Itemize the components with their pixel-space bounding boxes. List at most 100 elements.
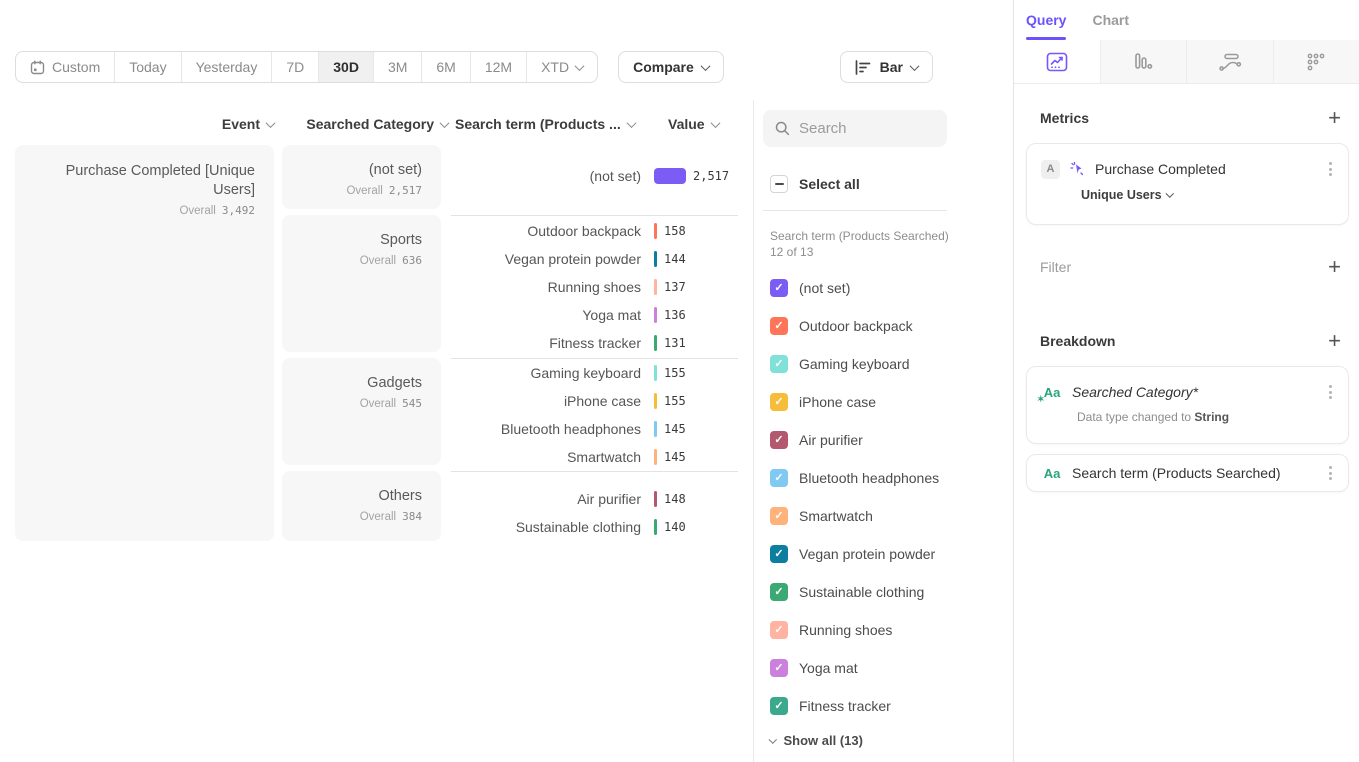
query-panel-tabs: Query Chart bbox=[1014, 0, 1359, 40]
legend-item[interactable]: ✓Running shoes bbox=[770, 611, 939, 649]
legend-item[interactable]: ✓Outdoor backpack bbox=[770, 307, 939, 345]
legend-checkbox[interactable]: ✓ bbox=[770, 583, 788, 601]
category-cell[interactable]: (not set)Overall2,517 bbox=[282, 145, 441, 209]
date-range-7d[interactable]: 7D bbox=[272, 52, 319, 82]
legend-item[interactable]: ✓iPhone case bbox=[770, 383, 939, 421]
legend-item-label: Gaming keyboard bbox=[799, 356, 910, 372]
report-type-tabs bbox=[1014, 40, 1359, 84]
date-range-12m[interactable]: 12M bbox=[471, 52, 527, 82]
category-cell[interactable]: OthersOverall384 bbox=[282, 471, 441, 541]
legend-checkbox[interactable]: ✓ bbox=[770, 545, 788, 563]
date-range-xtd[interactable]: XTD bbox=[527, 52, 597, 82]
date-range-3m[interactable]: 3M bbox=[374, 52, 422, 82]
check-icon: ✓ bbox=[774, 321, 783, 332]
table-row[interactable]: Smartwatch145 bbox=[451, 443, 738, 471]
add-filter-button[interactable]: + bbox=[1324, 256, 1345, 278]
kebab-menu-icon[interactable] bbox=[1327, 381, 1334, 403]
legend-checkbox[interactable]: ✓ bbox=[770, 355, 788, 373]
column-header-value[interactable]: Value bbox=[668, 116, 719, 132]
legend-item[interactable]: ✓ Air purifier bbox=[770, 421, 939, 459]
breakdown-card[interactable]: Aa Search term (Products Searched) bbox=[1026, 454, 1349, 492]
column-header-label: Search term (Products ... bbox=[455, 116, 621, 132]
check-icon: ✓ bbox=[774, 549, 783, 560]
search-input[interactable] bbox=[799, 120, 929, 137]
report-tab-funnels[interactable] bbox=[1101, 40, 1188, 83]
breakdown-card[interactable]: Aa✶ Searched Category* Data type changed… bbox=[1026, 366, 1349, 444]
date-range-6m[interactable]: 6M bbox=[422, 52, 470, 82]
string-property-icon: Aa bbox=[1041, 466, 1063, 481]
date-range-today[interactable]: Today bbox=[115, 52, 181, 82]
search-term-label: Gaming keyboard bbox=[451, 365, 641, 381]
show-all-button[interactable]: Show all (13) bbox=[770, 733, 863, 748]
legend-search[interactable] bbox=[763, 110, 947, 147]
add-metric-button[interactable]: + bbox=[1324, 107, 1345, 129]
legend-item[interactable]: ✓ Gaming keyboard bbox=[770, 345, 939, 383]
legend-checkbox[interactable]: ✓ bbox=[770, 507, 788, 525]
table-row[interactable]: Vegan protein powder144 bbox=[451, 245, 738, 273]
legend-checkbox[interactable]: ✓ bbox=[770, 697, 788, 715]
report-tab-insights[interactable] bbox=[1014, 40, 1101, 83]
compare-button[interactable]: Compare bbox=[618, 51, 724, 83]
legend-item[interactable]: ✓Bluetooth headphones bbox=[770, 459, 939, 497]
legend-item-label: Air purifier bbox=[799, 432, 863, 448]
legend-item[interactable]: ✓(not set) bbox=[770, 269, 939, 307]
table-row[interactable]: Outdoor backpack158 bbox=[451, 217, 738, 245]
table-row[interactable]: Sustainable clothing140 bbox=[451, 513, 738, 541]
table-row[interactable]: Air purifier148 bbox=[451, 485, 738, 513]
category-group: OthersOverall384 Air purifier148Sustainab… bbox=[282, 471, 738, 547]
tab-query[interactable]: Query bbox=[1026, 0, 1066, 40]
table-row[interactable]: Bluetooth headphones145 bbox=[451, 415, 738, 443]
table-row[interactable]: Fitness tracker131 bbox=[451, 329, 738, 357]
kebab-menu-icon[interactable] bbox=[1327, 462, 1334, 484]
legend-item[interactable]: ✓Smartwatch bbox=[770, 497, 939, 535]
show-all-label: Show all (13) bbox=[784, 733, 863, 748]
legend-panel: Select all Search term (Products Searche… bbox=[754, 0, 1012, 762]
category-cell-wrap: OthersOverall384 bbox=[282, 471, 441, 547]
column-header-search-term[interactable]: Search term (Products ... bbox=[455, 116, 635, 132]
legend-item[interactable]: ✓Sustainable clothing bbox=[770, 573, 939, 611]
date-range-yesterday[interactable]: Yesterday bbox=[182, 52, 273, 82]
legend-checkbox[interactable]: ✓ bbox=[770, 621, 788, 639]
report-tab-retention[interactable] bbox=[1274, 40, 1359, 83]
category-cell[interactable]: SportsOverall636 bbox=[282, 215, 441, 352]
table-row[interactable]: Gaming keyboard155 bbox=[451, 359, 738, 387]
legend-checkbox[interactable]: ✓ bbox=[770, 279, 788, 297]
legend-checkbox[interactable]: ✓ bbox=[770, 469, 788, 487]
add-breakdown-button[interactable]: + bbox=[1324, 330, 1345, 352]
select-all-checkbox-indeterminate[interactable] bbox=[770, 175, 788, 193]
term-rows: (not set)2,517 bbox=[451, 145, 738, 215]
counting-method-dropdown[interactable]: Unique Users bbox=[1027, 188, 1348, 202]
value-label: 136 bbox=[664, 308, 686, 322]
column-header-event[interactable]: Event bbox=[15, 116, 274, 132]
value-bar bbox=[654, 449, 657, 465]
legend-item[interactable]: ✓Fitness tracker bbox=[770, 687, 939, 725]
tab-chart[interactable]: Chart bbox=[1092, 0, 1129, 40]
chevron-down-icon bbox=[769, 735, 777, 743]
breakdown-section-header: Breakdown + bbox=[1040, 330, 1345, 352]
table-row[interactable]: Yoga mat136 bbox=[451, 301, 738, 329]
legend-item[interactable]: ✓Vegan protein powder bbox=[770, 535, 939, 573]
metric-card[interactable]: A Purchase Completed Unique Users bbox=[1026, 143, 1349, 225]
date-range-custom[interactable]: Custom bbox=[16, 52, 115, 82]
category-cell[interactable]: GadgetsOverall545 bbox=[282, 358, 441, 465]
table-row[interactable]: iPhone case155 bbox=[451, 387, 738, 415]
kebab-menu-icon[interactable] bbox=[1327, 158, 1334, 180]
date-range-30d[interactable]: 30D bbox=[319, 52, 374, 82]
table-row[interactable]: (not set)2,517 bbox=[451, 162, 738, 190]
check-icon: ✓ bbox=[774, 701, 783, 712]
legend-item[interactable]: ✓Yoga mat bbox=[770, 649, 939, 687]
table-row[interactable]: Running shoes137 bbox=[451, 273, 738, 301]
legend-group-caption: Search term (Products Searched) 12 of 13 bbox=[770, 228, 955, 260]
select-all-row[interactable]: Select all bbox=[770, 175, 860, 193]
insights-icon bbox=[1046, 52, 1068, 72]
column-header-searched-category[interactable]: Searched Category bbox=[282, 116, 448, 132]
value-bar bbox=[654, 168, 686, 184]
report-tab-flows[interactable] bbox=[1187, 40, 1274, 83]
legend-checkbox[interactable]: ✓ bbox=[770, 431, 788, 449]
event-cell[interactable]: Purchase Completed [Unique Users] Overal… bbox=[15, 145, 274, 541]
category-groups: (not set)Overall2,517 (not set)2,517 Sport… bbox=[282, 145, 738, 547]
legend-checkbox[interactable]: ✓ bbox=[770, 659, 788, 677]
legend-checkbox[interactable]: ✓ bbox=[770, 317, 788, 335]
search-term-label: Vegan protein powder bbox=[451, 251, 641, 267]
legend-checkbox[interactable]: ✓ bbox=[770, 393, 788, 411]
